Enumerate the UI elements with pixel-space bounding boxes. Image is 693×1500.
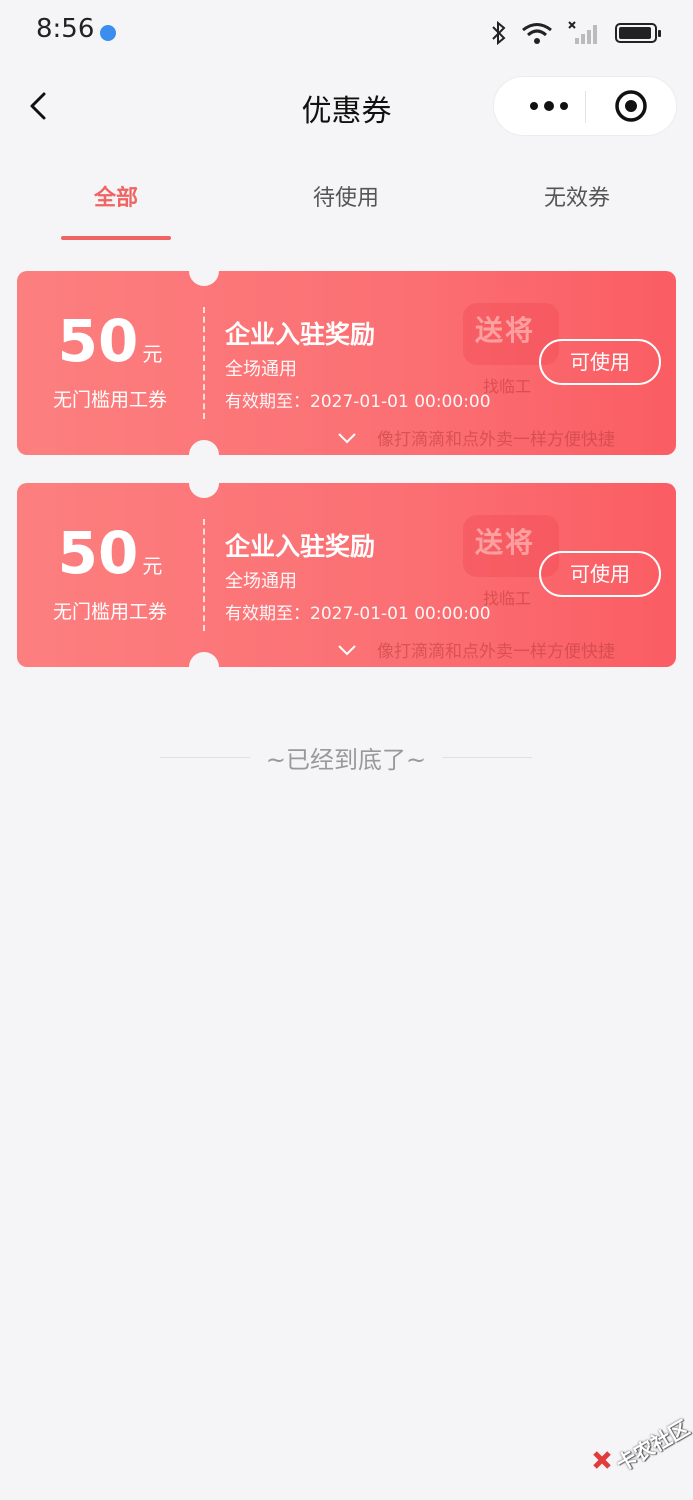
more-dot-icon — [544, 101, 554, 111]
status-bar: 8:56 — [0, 0, 693, 66]
more-dot-icon — [530, 102, 538, 110]
coupon-more-text: 像打滴滴和点外卖一样方便快捷 — [377, 642, 615, 662]
coupon-title: 企业入驻奖励 — [225, 532, 376, 561]
bluetooth-icon — [492, 20, 506, 46]
coupon-amount-unit: 元 — [142, 342, 163, 366]
coupon-scope: 全场通用 — [225, 571, 297, 592]
coupon-tabs: 全部 待使用 无效券 — [0, 160, 693, 244]
corner-watermark: 卡农社区 — [592, 1410, 693, 1488]
coupon-title: 企业入驻奖励 — [225, 320, 376, 349]
chevron-down-icon[interactable] — [337, 431, 357, 445]
coupon-divider — [203, 307, 205, 419]
capsule-divider — [585, 91, 586, 123]
tab-invalid[interactable]: 无效券 — [497, 180, 657, 212]
status-time: 8:56 — [36, 14, 95, 44]
location-icon — [100, 25, 116, 41]
coupon-card[interactable]: 50 元 无门槛用工券 送将 找临工 企业入驻奖励 全场通用 有效期至：2027-… — [17, 271, 676, 455]
list-end-indicator: ~已经到底了~ — [160, 740, 532, 776]
coupon-notch — [189, 440, 219, 455]
wifi-icon — [522, 23, 552, 44]
coupon-amount: 50 元 — [17, 311, 203, 371]
corner-watermark-text: 卡农社区 — [612, 1415, 693, 1477]
watermark-x-icon — [593, 1451, 611, 1469]
tab-pending[interactable]: 待使用 — [266, 180, 426, 212]
nav-bar: 优惠券 — [0, 66, 693, 148]
coupon-notch — [189, 652, 219, 667]
coupon-validity: 有效期至：2027-01-01 00:00:00 — [225, 604, 491, 624]
coupon-amount-value: 50 — [57, 307, 139, 375]
use-coupon-button[interactable]: 可使用 — [539, 551, 661, 597]
coupon-amount-value: 50 — [57, 519, 139, 587]
battery-icon — [615, 23, 661, 43]
coupon-notch — [189, 483, 219, 498]
coupon-more-text: 像打滴滴和点外卖一样方便快捷 — [377, 430, 615, 450]
cellular-signal-icon — [568, 21, 597, 44]
more-dot-icon — [560, 102, 568, 110]
coupon-validity: 有效期至：2027-01-01 00:00:00 — [225, 392, 491, 412]
coupon-card[interactable]: 50 元 无门槛用工券 送将 找临工 企业入驻奖励 全场通用 有效期至：2027-… — [17, 483, 676, 667]
tab-active-indicator — [61, 236, 171, 240]
status-icons — [491, 16, 661, 50]
brand-watermark-main: 送将 — [475, 526, 536, 559]
use-coupon-button[interactable]: 可使用 — [539, 339, 661, 385]
close-target-icon[interactable] — [614, 89, 648, 123]
coupon-type: 无门槛用工券 — [52, 601, 167, 623]
coupon-type: 无门槛用工券 — [52, 389, 167, 411]
miniprogram-capsule — [493, 76, 677, 136]
divider-line — [442, 757, 532, 758]
chevron-down-icon[interactable] — [337, 643, 357, 657]
coupon-scope: 全场通用 — [225, 359, 297, 380]
more-button[interactable] — [514, 77, 584, 135]
tab-all[interactable]: 全部 — [36, 180, 196, 212]
coupon-amount: 50 元 — [17, 523, 203, 583]
coupon-divider — [203, 519, 205, 631]
coupon-notch — [189, 271, 219, 286]
brand-watermark-main: 送将 — [475, 314, 536, 347]
coupon-amount-unit: 元 — [142, 554, 163, 578]
